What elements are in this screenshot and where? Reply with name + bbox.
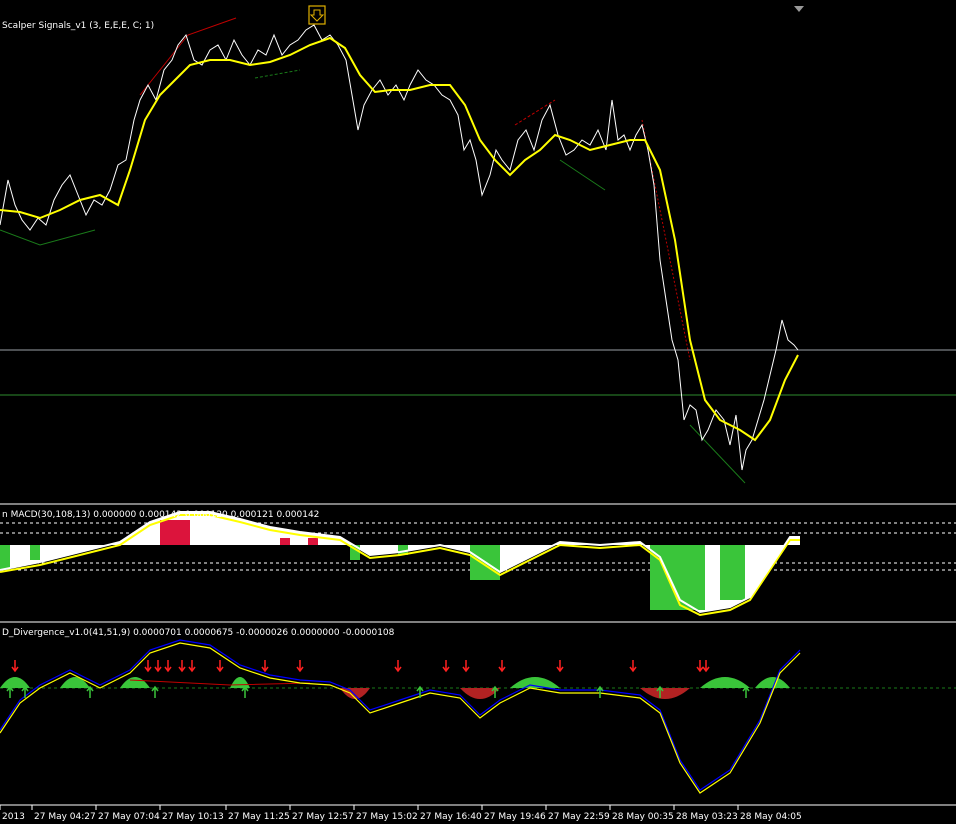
- macd-bar-3: [280, 538, 290, 545]
- macd-bar-0: [0, 545, 10, 570]
- time-label-1: 27 May 04:27: [34, 812, 96, 822]
- divergence-indicator-label: D_Divergence_v1.0(41,51,9) 0.0000701 0.0…: [2, 628, 395, 638]
- time-label-10: 28 May 00:35: [612, 812, 674, 822]
- time-label-12: 28 May 04:05: [740, 812, 802, 822]
- time-label-3: 27 May 10:13: [162, 812, 224, 822]
- time-label-7: 27 May 16:40: [420, 812, 482, 822]
- time-label-2: 27 May 07:04: [98, 812, 160, 822]
- time-label-0: 2013: [2, 812, 25, 822]
- macd-bar-2: [160, 520, 190, 545]
- trading-chart: Scalper Signals_v1 (3, E,E,E, C; 1) n MA…: [0, 0, 956, 824]
- time-label-8: 27 May 19:46: [484, 812, 546, 822]
- macd-indicator-label: n MACD(30,108,13) 0.000000 0.000142 0.00…: [2, 510, 319, 520]
- macd-bar-1: [30, 545, 40, 560]
- price-indicator-label: Scalper Signals_v1 (3, E,E,E, C; 1): [2, 21, 154, 31]
- macd-bar-9: [720, 545, 745, 600]
- time-label-11: 28 May 03:23: [676, 812, 738, 822]
- time-label-9: 27 May 22:59: [548, 812, 610, 822]
- time-label-4: 27 May 11:25: [228, 812, 290, 822]
- macd-bar-4: [308, 538, 318, 545]
- time-label-5: 27 May 12:57: [292, 812, 354, 822]
- time-label-6: 27 May 15:02: [356, 812, 418, 822]
